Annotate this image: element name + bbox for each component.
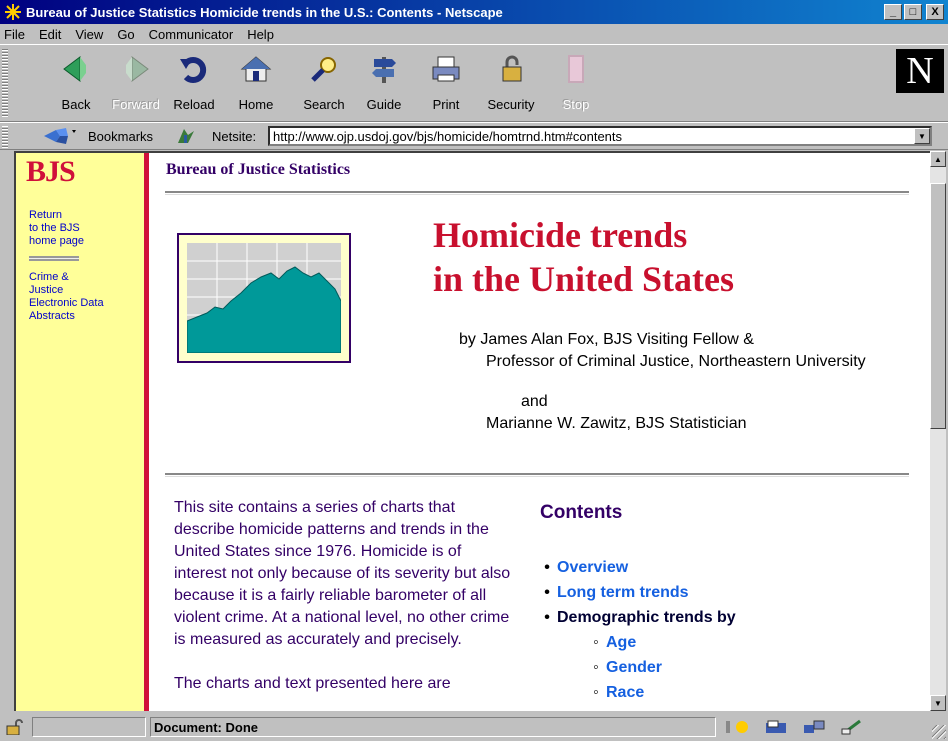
link-overview[interactable]: Overview — [557, 555, 628, 580]
sidebar-divider — [29, 256, 79, 261]
toc-item-demographic-trends: • Demographic trends by — [537, 605, 736, 630]
intro-text: This site contains a series of charts th… — [174, 499, 511, 692]
chevron-down-icon: ▼ — [918, 131, 926, 141]
bookmarks-label: Bookmarks — [88, 128, 154, 144]
link-crime-justice-abstracts[interactable]: Crime & Justice Electronic Data Abstract… — [29, 271, 141, 323]
title-bar: Bureau of Justice Statistics Homicide tr… — [0, 0, 948, 24]
toolbar-grip[interactable] — [2, 49, 8, 117]
location-bar-grip[interactable] — [2, 126, 8, 148]
menu-go[interactable]: Go — [117, 27, 134, 42]
toc-item-overview: • Overview — [537, 555, 736, 580]
stop-icon — [560, 53, 592, 85]
table-of-contents: • Overview • Long term trends • Demograp… — [537, 555, 736, 705]
window-title: Bureau of Justice Statistics Homicide tr… — [26, 4, 503, 20]
link-long-term-trends[interactable]: Long term trends — [557, 580, 689, 605]
sidebar-links: Return to the BJS home page Crime & Just… — [29, 209, 141, 323]
netsite-label: Netsite: — [212, 129, 257, 144]
page-title: Homicide trends in the United States — [433, 215, 735, 299]
main-content: Bureau of Justice Statistics Homicide tr… — [149, 153, 930, 711]
navigator-icon[interactable] — [726, 719, 752, 735]
search-button[interactable]: Search — [296, 51, 352, 115]
bjs-logo[interactable]: BJS — [26, 155, 76, 189]
menu-communicator[interactable]: Communicator — [149, 27, 234, 42]
composer-icon[interactable] — [840, 719, 866, 735]
link-age[interactable]: Age — [606, 630, 636, 655]
menu-bar: File Edit View Go Communicator Help — [0, 24, 948, 44]
circle-bullet-icon: ◦ — [593, 684, 599, 701]
circle-bullet-icon: ◦ — [593, 659, 599, 676]
page-proxy-icon[interactable] — [176, 127, 196, 145]
guide-icon — [368, 53, 400, 85]
print-button[interactable]: Print — [418, 51, 474, 115]
homicide-trend-thumbnail — [177, 233, 351, 363]
site-header: Bureau of Justice Statistics — [166, 161, 351, 178]
url-dropdown-button[interactable]: ▼ — [914, 128, 930, 144]
toc-label-demographic-trends: Demographic trends by — [557, 609, 736, 626]
bullet-icon: • — [544, 584, 550, 601]
toc-item-long-term-trends: • Long term trends — [537, 580, 736, 605]
bookmarks-icon — [42, 128, 82, 144]
bullet-icon: • — [544, 609, 550, 626]
url-field[interactable]: http://www.ojp.usdoj.gov/bjs/homicide/ho… — [268, 126, 932, 146]
window-resize-grip[interactable] — [932, 725, 946, 739]
search-icon — [308, 53, 340, 85]
link-gender[interactable]: Gender — [606, 655, 662, 680]
security-lock-icon[interactable] — [4, 719, 26, 736]
menu-view[interactable]: View — [75, 27, 103, 42]
contents-heading: Contents — [540, 502, 623, 523]
link-return-bjs-home[interactable]: Return to the BJS home page — [29, 209, 141, 248]
menu-edit[interactable]: Edit — [39, 27, 61, 42]
progress-meter — [32, 717, 146, 737]
close-button[interactable]: X — [926, 4, 944, 20]
arrow-up-icon: ▲ — [934, 154, 942, 164]
link-race[interactable]: Race — [606, 680, 644, 705]
discussion-groups-icon[interactable] — [802, 719, 828, 735]
mail-icon[interactable] — [764, 719, 790, 735]
reload-button[interactable]: Reload — [166, 51, 222, 115]
stop-button[interactable]: Stop — [548, 51, 604, 115]
scroll-up-button[interactable]: ▲ — [930, 151, 946, 167]
security-button[interactable]: Security — [483, 51, 539, 115]
maximize-button[interactable]: □ — [904, 4, 922, 20]
menu-help[interactable]: Help — [247, 27, 274, 42]
location-bar: Bookmarks Netsite: http://www.ojp.usdoj.… — [0, 122, 948, 150]
component-bar — [720, 717, 926, 737]
trend-chart-icon — [186, 243, 342, 354]
sidebar-frame: BJS Return to the BJS home page Crime & … — [16, 153, 144, 711]
forward-icon — [120, 53, 152, 85]
scroll-down-button[interactable]: ▼ — [930, 695, 946, 711]
back-icon — [60, 53, 92, 85]
menu-file[interactable]: File — [4, 27, 25, 42]
status-text: Document: Done — [150, 717, 716, 737]
guide-button[interactable]: Guide — [356, 51, 412, 115]
bookmarks-button[interactable]: Bookmarks — [42, 128, 153, 144]
netscape-logo[interactable]: N — [896, 49, 944, 93]
status-bar: Document: Done — [0, 713, 948, 741]
horizontal-rule-mid — [165, 473, 909, 477]
netscape-app-icon[interactable] — [4, 3, 22, 21]
arrow-down-icon: ▼ — [934, 698, 942, 708]
toc-item-gender: ◦ Gender — [537, 655, 736, 680]
horizontal-rule-top — [165, 191, 909, 195]
home-button[interactable]: Home — [228, 51, 284, 115]
toc-item-age: ◦ Age — [537, 630, 736, 655]
circle-bullet-icon: ◦ — [593, 634, 599, 651]
home-icon — [240, 53, 272, 85]
author-credits: by James Alan Fox, BJS Visiting Fellow &… — [459, 331, 866, 432]
back-button[interactable]: Back — [48, 51, 104, 115]
security-icon — [495, 53, 527, 85]
minimize-button[interactable]: _ — [884, 4, 902, 20]
scrollbar-thumb[interactable] — [930, 183, 946, 429]
vertical-scrollbar[interactable]: ▲ ▼ — [930, 151, 946, 711]
reload-icon — [178, 53, 210, 85]
navigation-toolbar: Back Forward Reload Home Search Guide Pr… — [0, 44, 948, 122]
forward-button[interactable]: Forward — [108, 51, 164, 115]
bullet-icon: • — [544, 559, 550, 576]
toc-item-race: ◦ Race — [537, 680, 736, 705]
print-icon — [430, 53, 462, 85]
page-viewport: BJS Return to the BJS home page Crime & … — [14, 151, 930, 711]
